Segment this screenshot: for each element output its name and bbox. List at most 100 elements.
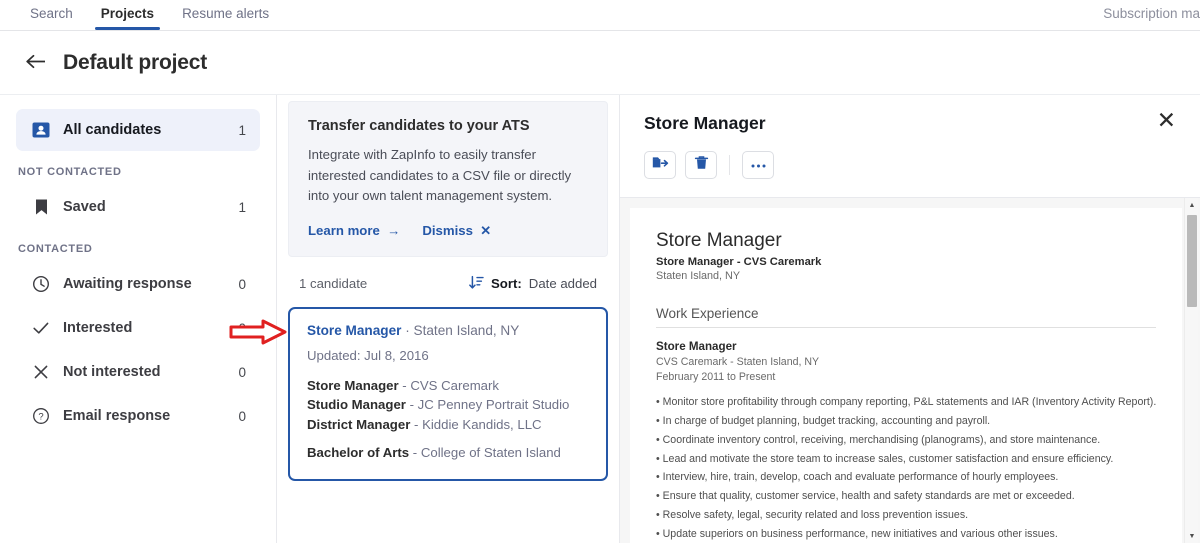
move-to-folder-icon	[652, 155, 669, 175]
list-toolbar: 1 candidate Sort: Date added	[277, 257, 619, 307]
candidate-separator: ·	[405, 322, 410, 338]
svg-text:?: ?	[38, 412, 43, 423]
resume-job-dates: February 2011 to Present	[656, 371, 776, 383]
scrollbar-thumb[interactable]	[1187, 215, 1197, 307]
promo-body: Integrate with ZapInfo to easily transfe…	[308, 147, 572, 204]
candidate-history-item: Store Manager - CVS Caremark	[307, 376, 589, 395]
caret-up-icon[interactable]: ▲	[1185, 198, 1199, 212]
arrow-right-icon: →	[383, 223, 401, 239]
tab-resume-alerts-label: Resume alerts	[182, 6, 270, 21]
candidate-heading: Store Manager · Staten Island, NY	[307, 323, 589, 338]
transfer-candidate-button[interactable]	[644, 151, 676, 179]
tab-search[interactable]: Search	[16, 0, 87, 29]
promo-actions: Learn more → Dismiss ✕	[308, 223, 588, 239]
main-body: All candidates 1 NOT CONTACTED Saved 1 C…	[0, 95, 1200, 543]
resume-bullet-text: Coordinate inventory control, receiving,…	[662, 433, 1101, 446]
subscription-management-link[interactable]: Subscription ma	[1103, 6, 1200, 21]
caret-down-icon[interactable]: ▼	[1185, 529, 1199, 543]
resume-bullet-text: Ensure that quality, customer service, h…	[662, 490, 1075, 503]
sidebar-item-interested[interactable]: Interested 0	[16, 307, 260, 349]
resume-document: Store Manager Store Manager - CVS Carema…	[630, 208, 1182, 543]
learn-more-button[interactable]: Learn more →	[308, 223, 400, 238]
resume-bullet: • Lead and motivate the store team to in…	[656, 452, 1114, 465]
sort-value-label: Date added	[528, 276, 597, 292]
resume-scrollbar[interactable]: ▲ ▼	[1184, 198, 1198, 543]
sidebar-group-contacted: CONTACTED	[18, 243, 93, 255]
contact-card-icon	[30, 121, 52, 139]
detail-header: Store Manager ✕	[620, 95, 1200, 197]
sidebar-item-not-interested-label: Not interested	[63, 364, 161, 380]
promo-title: Transfer candidates to your ATS	[308, 118, 530, 134]
arrow-left-icon[interactable]	[26, 52, 47, 73]
sidebar-item-email-response-count: 0	[238, 408, 246, 424]
resume-bullet: • Ensure that quality, customer service,…	[656, 490, 1075, 503]
x-icon	[30, 363, 52, 381]
education-degree: Bachelor of Arts	[307, 445, 410, 460]
sort-key-label: Sort:	[491, 276, 522, 292]
candidate-history-item: District Manager - Kiddie Kandids, LLC	[307, 415, 589, 434]
toolbar-divider	[729, 155, 730, 175]
candidate-location: Staten Island, NY	[413, 322, 520, 338]
sidebar: All candidates 1 NOT CONTACTED Saved 1 C…	[0, 95, 276, 543]
candidate-updated: Updated: Jul 8, 2016	[307, 347, 429, 363]
detail-action-toolbar	[644, 151, 1176, 197]
sidebar-item-interested-label: Interested	[63, 320, 133, 336]
bookmark-icon	[30, 198, 52, 216]
tab-search-label: Search	[30, 6, 73, 21]
sidebar-item-email-response-label: Email response	[63, 408, 171, 424]
resume-bullet: • Monitor store profitability through co…	[656, 396, 1157, 408]
tab-projects[interactable]: Projects	[87, 0, 168, 30]
tab-resume-alerts[interactable]: Resume alerts	[168, 0, 283, 29]
delete-candidate-button[interactable]	[685, 151, 717, 179]
sidebar-item-email-response[interactable]: ? Email response 0	[16, 395, 260, 437]
resume-bullet-text: Update superiors on business performance…	[662, 527, 1058, 540]
sort-button[interactable]: Sort: Date added	[469, 275, 597, 293]
sidebar-item-saved[interactable]: Saved 1	[16, 186, 260, 228]
resume-bullet-text: Interview, hire, train, develop, coach a…	[662, 471, 1059, 484]
sidebar-item-all-candidates-label: All candidates	[63, 122, 162, 138]
resume-bullet: • Update superiors on business performan…	[656, 527, 1058, 540]
resume-bullet: • In charge of budget planning, budget t…	[656, 414, 991, 427]
resume-bullet-text: Resolve safety, legal, security related …	[662, 509, 969, 522]
resume-bullet-text: In charge of budget planning, budget tra…	[662, 414, 991, 427]
project-header: Default project	[0, 31, 1200, 95]
page-title: Default project	[63, 50, 208, 74]
resume-headline: Store Manager - CVS Caremark	[656, 256, 822, 268]
sidebar-item-not-interested-count: 0	[238, 364, 246, 380]
education-school: - College of Staten Island	[412, 445, 561, 460]
sidebar-item-all-candidates-count: 1	[238, 122, 246, 138]
candidate-card[interactable]: Store Manager · Staten Island, NY Update…	[288, 306, 608, 482]
nav-tab-list: Search Projects Resume alerts	[0, 0, 283, 30]
top-navigation-bar: Search Projects Resume alerts Subscripti…	[0, 0, 1200, 31]
resume-bullet: • Interview, hire, train, develop, coach…	[656, 471, 1059, 484]
history-org: - Kiddie Kandids, LLC	[414, 416, 542, 432]
more-options-button[interactable]	[742, 151, 774, 179]
sidebar-item-saved-label: Saved	[63, 199, 106, 215]
dismiss-promo-button[interactable]: Dismiss ✕	[422, 223, 491, 239]
check-icon	[30, 319, 52, 337]
candidate-name: Store Manager	[307, 322, 402, 338]
resume-bullet: • Coordinate inventory control, receivin…	[656, 433, 1101, 446]
close-icon[interactable]: ✕	[1157, 109, 1176, 132]
resume-bullet-text: Lead and motivate the store team to incr…	[662, 452, 1114, 465]
history-role: District Manager	[307, 416, 411, 432]
history-role: Store Manager	[307, 377, 399, 393]
sidebar-item-not-interested[interactable]: Not interested 0	[16, 351, 260, 393]
tab-projects-label: Projects	[100, 6, 155, 21]
history-role: Studio Manager	[307, 397, 406, 413]
clock-icon	[30, 275, 52, 293]
candidate-list-column: Transfer candidates to your ATS Integrat…	[229, 95, 620, 543]
sidebar-item-awaiting-response[interactable]: Awaiting response 0	[16, 263, 260, 305]
resume-bullet-text: Monitor store profitability through comp…	[662, 396, 1157, 408]
resume-preview-area: Store Manager Store Manager - CVS Carema…	[620, 198, 1200, 543]
detail-title: Store Manager	[644, 113, 766, 133]
resume-name: Store Manager	[656, 230, 782, 251]
resume-bullet: • Resolve safety, legal, security relate…	[656, 509, 969, 522]
history-org: - CVS Caremark	[402, 377, 500, 393]
sidebar-item-all-candidates[interactable]: All candidates 1	[16, 109, 260, 151]
resume-job-title: Store Manager	[656, 340, 737, 353]
question-circle-icon: ?	[30, 407, 52, 425]
learn-more-label: Learn more	[308, 223, 380, 239]
candidate-education-item: Bachelor of Arts - College of Staten Isl…	[307, 443, 589, 462]
ats-promo-banner: Transfer candidates to your ATS Integrat…	[288, 101, 608, 257]
